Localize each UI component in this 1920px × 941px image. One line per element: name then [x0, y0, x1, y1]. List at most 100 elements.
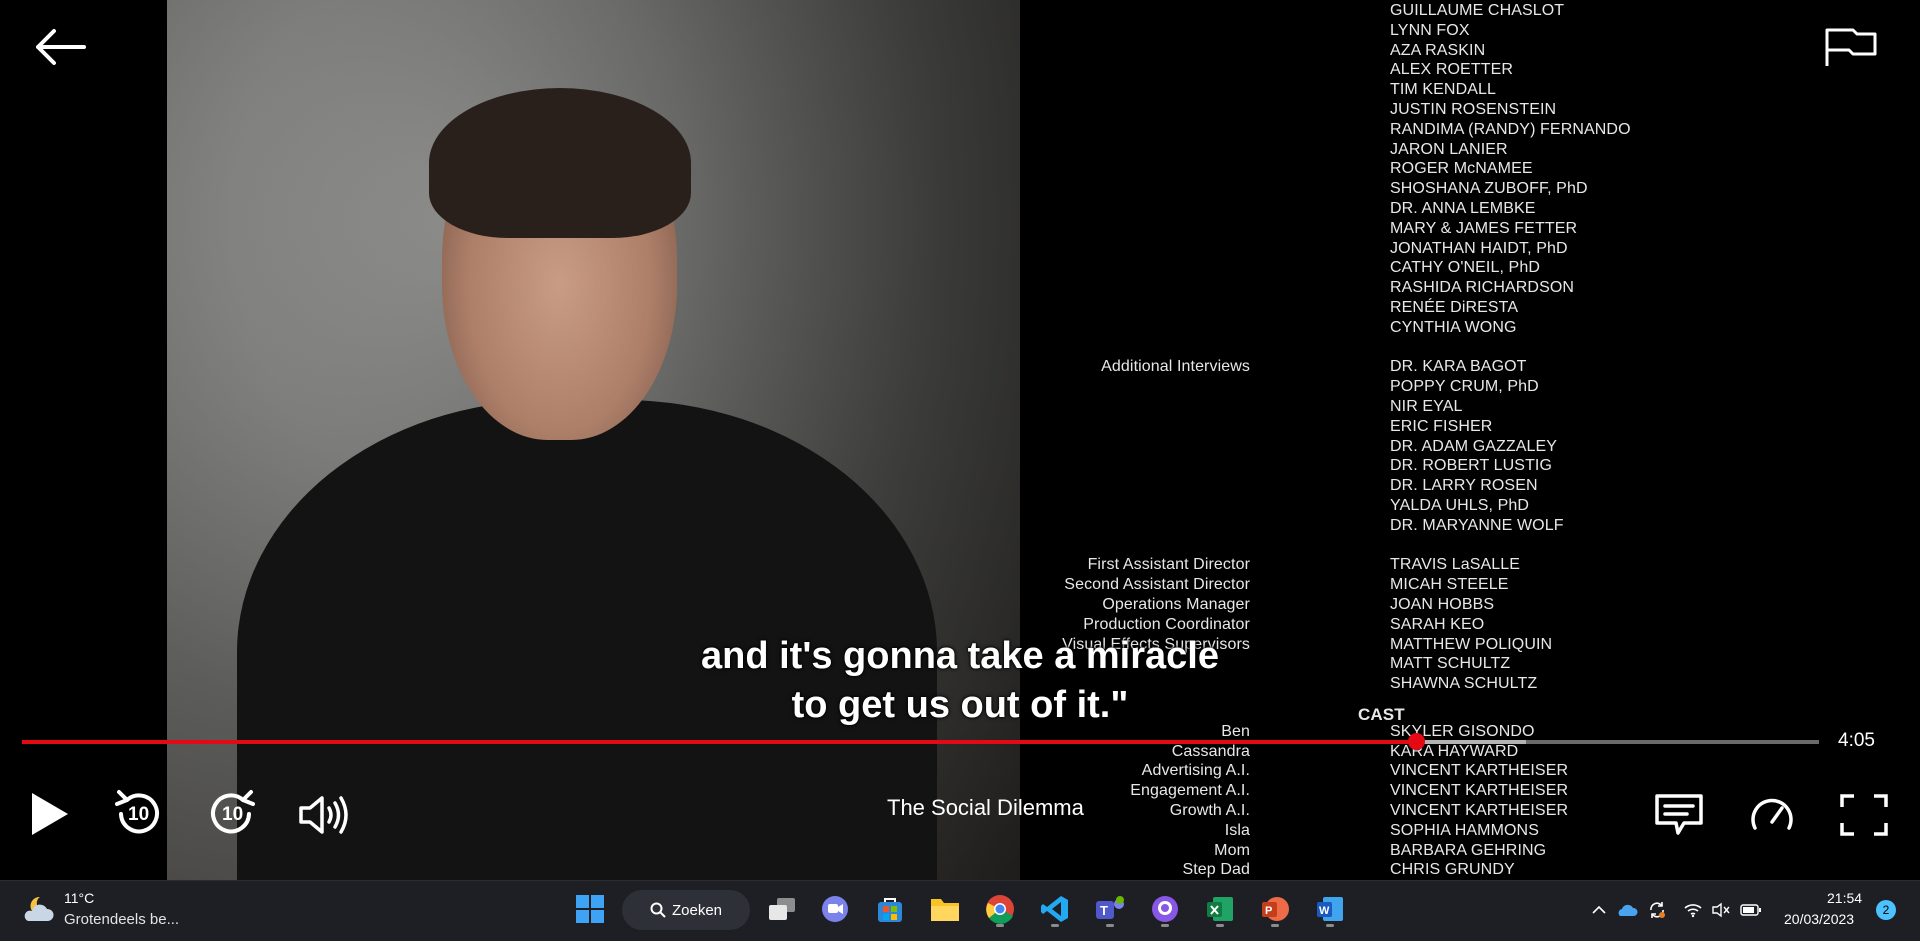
credit-row: JARON LANIER: [1040, 140, 1660, 160]
credit-row: ROGER McNAMEE: [1040, 159, 1660, 179]
taskbar-app-word[interactable]: W: [1310, 889, 1350, 929]
credit-name: CHRIS GRUNDY: [1390, 861, 1515, 879]
credit-row: MARY & JAMES FETTER: [1040, 219, 1660, 239]
taskbar-app-chrome[interactable]: [980, 889, 1020, 929]
credit-row: DR. ROBERT LUSTIG: [1040, 456, 1660, 476]
credit-row: Advertising A.I. VINCENT KARTHEISER: [1040, 761, 1660, 781]
rewind-label: 10: [128, 804, 150, 825]
play-button[interactable]: [28, 790, 72, 838]
taskbar-app-file-explorer[interactable]: [925, 889, 965, 929]
credit-name: JARON LANIER: [1390, 140, 1508, 158]
taskbar-app-teams[interactable]: T: [1090, 889, 1130, 929]
folder-icon: [931, 899, 959, 921]
credit-name: VINCENT KARTHEISER: [1390, 762, 1569, 780]
running-indicator: [1106, 924, 1114, 927]
volume-button[interactable]: [298, 793, 352, 837]
search-label: Zoeken: [671, 901, 723, 919]
credit-name: CYNTHIA WONG: [1390, 318, 1517, 336]
report-button[interactable]: [1823, 24, 1879, 70]
episode-title: The Social Dilemma: [887, 795, 1084, 820]
credit-row: Cassandra KARA HAYWARD: [1040, 742, 1660, 762]
volume-tray[interactable]: [1709, 898, 1733, 922]
taskbar-app-teams-chat[interactable]: [815, 889, 855, 929]
taskbar-app-excel[interactable]: [1200, 889, 1240, 929]
credit-row: DR. ANNA LEMBKE: [1040, 199, 1660, 219]
running-indicator: [1216, 924, 1224, 927]
powerpoint-icon: P: [1262, 897, 1289, 921]
sync-icon: [1650, 902, 1665, 918]
svg-text:P: P: [1265, 905, 1272, 917]
credit-name: DR. KARA BAGOT: [1390, 358, 1527, 376]
credit-name: POPPY CRUM, PhD: [1390, 378, 1539, 396]
credit-row: Operations Manager JOAN HOBBS: [1040, 595, 1660, 615]
wifi-icon: [1684, 904, 1702, 918]
vscode-icon: [1041, 896, 1068, 922]
credit-name: VINCENT KARTHEISER: [1390, 802, 1569, 819]
back-button[interactable]: [30, 24, 90, 70]
taskbar-app-vscode[interactable]: [1035, 889, 1075, 929]
credit-row: First Assistant Director TRAVIS LaSALLE: [1040, 555, 1660, 575]
credit-row: Step Dad CHRIS GRUNDY: [1040, 860, 1660, 880]
teams-icon: T: [1096, 896, 1124, 919]
credit-name: LYNN FOX: [1390, 21, 1470, 39]
weather-widget[interactable]: [20, 893, 56, 925]
task-view-button[interactable]: [762, 889, 802, 929]
credit-row: RANDIMA (RANDY) FERNANDO: [1040, 120, 1660, 140]
progress-bar[interactable]: [22, 733, 1819, 750]
credit-name: SHAWNA SCHULTZ: [1390, 675, 1538, 693]
credit-row: GUILLAUME CHASLOT: [1040, 1, 1660, 21]
credit-row: POPPY CRUM, PhD: [1040, 377, 1660, 397]
subtitles-button[interactable]: [1654, 793, 1704, 837]
chevron-up-icon: [1592, 905, 1606, 914]
credit-row: Engagement A.I. VINCENT KARTHEISER: [1040, 781, 1660, 801]
credit-name: ROGER McNAMEE: [1390, 160, 1533, 178]
rewind-10-button[interactable]: 10: [111, 788, 165, 840]
credit-row: Second Assistant Director MICAH STEELE: [1040, 575, 1660, 595]
taskbar-search[interactable]: Zoeken: [622, 890, 750, 930]
credit-role: Advertising A.I.: [1141, 762, 1250, 780]
weather-description: Grotendeels be...: [64, 911, 180, 928]
start-button[interactable]: [570, 889, 610, 929]
weather-temperature: 11°C: [64, 890, 95, 906]
credit-role: Isla: [1224, 821, 1250, 839]
show-hidden-icons-button[interactable]: [1587, 898, 1611, 922]
clock-date[interactable]: 20/03/2023: [1784, 911, 1854, 927]
credit-row: RENÉE DiRESTA: [1040, 298, 1660, 318]
flag-icon: [1825, 28, 1877, 66]
credit-name: MARY & JAMES FETTER: [1390, 219, 1578, 237]
credit-row: YALDA UHLS, PhD: [1040, 496, 1660, 516]
chrome-icon: [986, 895, 1014, 924]
credit-name: BARBARA GEHRING: [1390, 841, 1547, 859]
video-player[interactable]: GUILLAUME CHASLOT LYNN FOX AZA RASKIN ALEX …: [0, 0, 1920, 880]
credit-row: ALEX ROETTER: [1040, 60, 1660, 80]
credit-role: Cassandra: [1171, 742, 1250, 760]
taskbar-app-powerpoint[interactable]: P: [1255, 889, 1295, 929]
clock-time[interactable]: 21:54: [1827, 890, 1862, 906]
credit-row: DR. ADAM GAZZALEY: [1040, 437, 1660, 457]
credit-name: VINCENT KARTHEISER: [1390, 782, 1569, 800]
playback-speed-button[interactable]: [1749, 792, 1795, 836]
sync-tray[interactable]: [1645, 898, 1669, 922]
taskbar-app-github-desktop[interactable]: [1145, 889, 1185, 929]
credit-row: Additional Interviews DR. KARA BAGOT: [1040, 357, 1660, 377]
credit-row: JONATHAN HAIDT, PhD: [1040, 239, 1660, 259]
running-indicator: [996, 924, 1004, 927]
battery-tray[interactable]: [1739, 898, 1763, 922]
credit-name: DR. LARRY ROSEN: [1390, 477, 1538, 495]
notification-badge[interactable]: 2: [1876, 900, 1896, 920]
credit-row: Growth A.I. VINCENT KARTHEISER: [1040, 801, 1660, 821]
onedrive-tray[interactable]: [1615, 898, 1639, 922]
github-icon: [1152, 896, 1178, 922]
credit-role: Second Assistant Director: [1064, 576, 1250, 594]
arrow-left-icon: [36, 29, 86, 65]
running-indicator: [1326, 924, 1334, 927]
partly-cloudy-night-icon: [24, 896, 54, 921]
fullscreen-button[interactable]: [1839, 793, 1889, 837]
credit-row: DR. MARYANNE WOLF: [1040, 516, 1660, 536]
network-tray[interactable]: [1681, 898, 1705, 922]
subtitle-line-2: to get us out of it.": [791, 684, 1129, 726]
credit-role: Operations Manager: [1102, 596, 1250, 613]
credit-row: LYNN FOX: [1040, 21, 1660, 41]
forward-10-button[interactable]: 10: [205, 788, 259, 840]
taskbar-app-store[interactable]: [870, 889, 910, 929]
